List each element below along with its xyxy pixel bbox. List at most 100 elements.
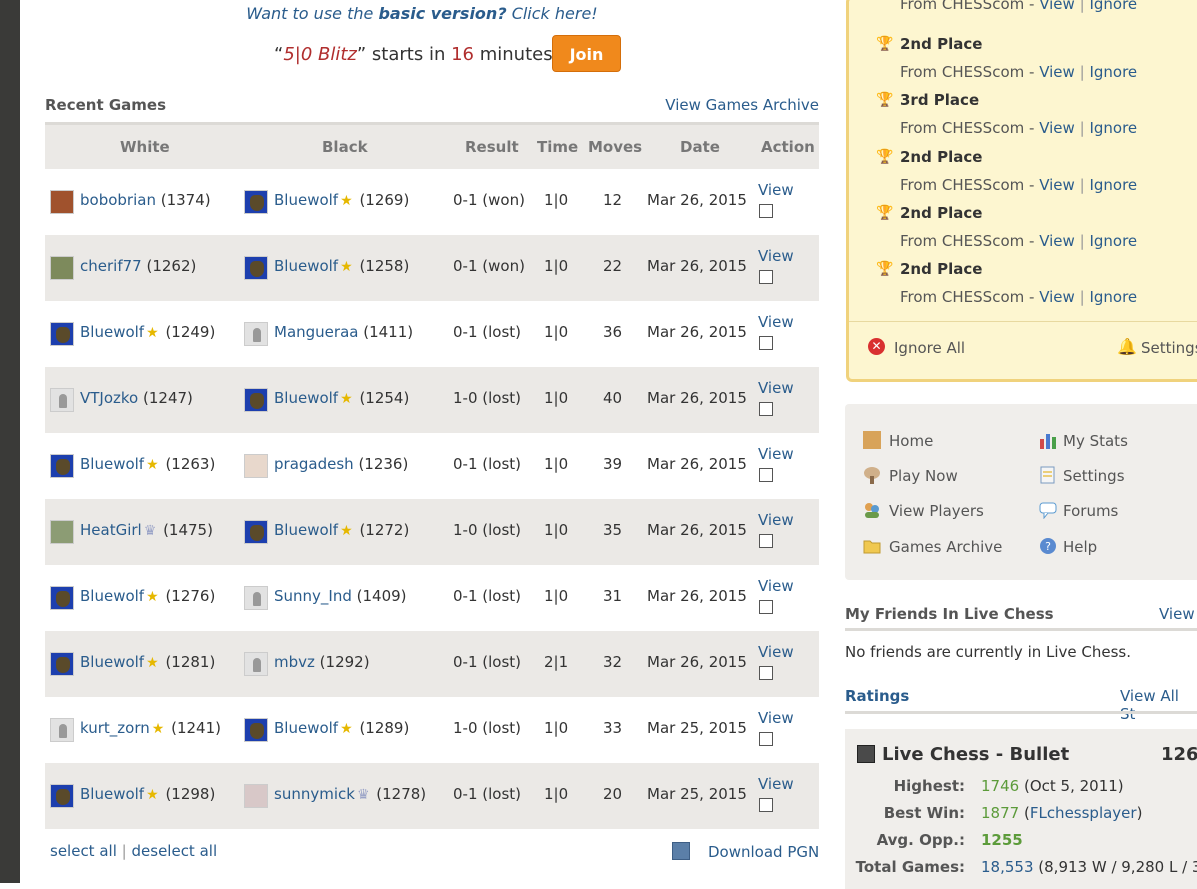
friends-view-link[interactable]: View	[1159, 605, 1195, 623]
avatar[interactable]	[50, 256, 74, 280]
black-player-link[interactable]: Bluewolf	[274, 719, 338, 737]
white-player-link[interactable]: Bluewolf	[80, 455, 144, 473]
view-game-link[interactable]: View	[758, 313, 794, 331]
avatar[interactable]	[50, 388, 74, 412]
black-player-link[interactable]: pragadesh	[274, 455, 354, 473]
white-player-link[interactable]: HeatGirl	[80, 521, 142, 539]
avatar[interactable]	[50, 454, 74, 478]
avatar[interactable]	[50, 784, 74, 808]
total-games-link[interactable]: 18,553	[981, 858, 1034, 876]
game-checkbox[interactable]	[759, 798, 773, 812]
avatar[interactable]	[50, 520, 74, 544]
ignore-all-link[interactable]: Ignore All	[894, 339, 965, 357]
black-player-link[interactable]: sunnymick	[274, 785, 355, 803]
view-game-link[interactable]: View	[758, 775, 794, 793]
best-win-player-link[interactable]: FLchessplayer	[1030, 804, 1137, 822]
notification-view-link[interactable]: View	[1039, 288, 1075, 306]
nav-view-players[interactable]: View Players	[889, 502, 984, 520]
col-black[interactable]: Black	[322, 138, 368, 156]
download-pgn-link[interactable]: Download PGN	[708, 843, 819, 861]
notification-ignore-link[interactable]: Ignore	[1089, 63, 1137, 81]
floppy-disk-icon[interactable]	[672, 842, 690, 860]
black-player-link[interactable]: mbvz	[274, 653, 315, 671]
avatar[interactable]	[50, 652, 74, 676]
notification-ignore-link[interactable]: Ignore	[1089, 0, 1137, 13]
col-time[interactable]: Time	[537, 138, 578, 156]
view-game-link[interactable]: View	[758, 247, 794, 265]
join-button[interactable]: Join	[552, 35, 621, 72]
avatar[interactable]	[244, 454, 268, 478]
white-player-link[interactable]: bobobrian	[80, 191, 156, 209]
avatar[interactable]	[244, 652, 268, 676]
avatar[interactable]	[244, 322, 268, 346]
game-checkbox[interactable]	[759, 270, 773, 284]
nav-settings[interactable]: Settings	[1063, 467, 1125, 485]
avatar[interactable]	[50, 586, 74, 610]
avatar[interactable]	[244, 256, 268, 280]
notification-ignore-link[interactable]: Ignore	[1089, 119, 1137, 137]
white-player-link[interactable]: VTJozko	[80, 389, 138, 407]
view-game-link[interactable]: View	[758, 511, 794, 529]
game-checkbox[interactable]	[759, 732, 773, 746]
black-player-link[interactable]: Mangueraa	[274, 323, 358, 341]
white-player-link[interactable]: Bluewolf	[80, 323, 144, 341]
game-checkbox[interactable]	[759, 402, 773, 416]
white-player-link[interactable]: cherif77	[80, 257, 142, 275]
game-checkbox[interactable]	[759, 336, 773, 350]
view-all-stats-link[interactable]: View All St	[1120, 687, 1197, 723]
rating-box-title[interactable]: Live Chess - Bullet	[882, 744, 1069, 765]
avatar[interactable]	[50, 718, 74, 742]
avatar[interactable]	[50, 190, 74, 214]
notification-ignore-link[interactable]: Ignore	[1089, 232, 1137, 250]
avatar[interactable]	[244, 586, 268, 610]
black-player-link[interactable]: Bluewolf	[274, 389, 338, 407]
view-game-link[interactable]: View	[758, 181, 794, 199]
black-player-link[interactable]: Sunny_Ind	[274, 587, 352, 605]
avatar[interactable]	[244, 388, 268, 412]
ratings-title[interactable]: Ratings	[845, 687, 909, 705]
nav-my-stats[interactable]: My Stats	[1063, 432, 1128, 450]
white-player-link[interactable]: kurt_zorn	[80, 719, 150, 737]
avatar[interactable]	[244, 520, 268, 544]
notification-ignore-link[interactable]: Ignore	[1089, 176, 1137, 194]
black-player-link[interactable]: Bluewolf	[274, 257, 338, 275]
notification-settings-link[interactable]: Settings	[1141, 339, 1197, 357]
game-checkbox[interactable]	[759, 600, 773, 614]
col-date[interactable]: Date	[680, 138, 720, 156]
nav-games-archive[interactable]: Games Archive	[889, 538, 1002, 556]
avatar[interactable]	[50, 322, 74, 346]
col-result[interactable]: Result	[465, 138, 519, 156]
white-player-link[interactable]: Bluewolf	[80, 785, 144, 803]
notification-view-link[interactable]: View	[1039, 63, 1075, 81]
notification-view-link[interactable]: View	[1039, 232, 1075, 250]
white-player-link[interactable]: Bluewolf	[80, 587, 144, 605]
deselect-all-link[interactable]: deselect all	[132, 842, 218, 860]
notification-view-link[interactable]: View	[1039, 176, 1075, 194]
game-checkbox[interactable]	[759, 468, 773, 482]
nav-forums[interactable]: Forums	[1063, 502, 1118, 520]
avatar[interactable]	[244, 718, 268, 742]
view-games-archive-link[interactable]: View Games Archive	[665, 96, 819, 114]
close-circle-icon[interactable]: ✕	[868, 338, 885, 355]
nav-play-now[interactable]: Play Now	[889, 467, 958, 485]
view-game-link[interactable]: View	[758, 379, 794, 397]
view-game-link[interactable]: View	[758, 445, 794, 463]
notification-view-link[interactable]: View	[1039, 119, 1075, 137]
bell-icon[interactable]: 🔔	[1117, 337, 1137, 356]
black-player-link[interactable]: Bluewolf	[274, 521, 338, 539]
nav-help[interactable]: Help	[1063, 538, 1097, 556]
basic-version-banner[interactable]: Want to use the basic version? Click her…	[20, 4, 824, 23]
select-all-link[interactable]: select all	[50, 842, 117, 860]
col-white[interactable]: White	[120, 138, 170, 156]
view-game-link[interactable]: View	[758, 643, 794, 661]
basic-suffix[interactable]: Click here!	[512, 4, 598, 23]
white-player-link[interactable]: Bluewolf	[80, 653, 144, 671]
game-checkbox[interactable]	[759, 666, 773, 680]
view-game-link[interactable]: View	[758, 577, 794, 595]
notification-view-link[interactable]: View	[1039, 0, 1075, 13]
view-game-link[interactable]: View	[758, 709, 794, 727]
col-moves[interactable]: Moves	[588, 138, 642, 156]
game-checkbox[interactable]	[759, 204, 773, 218]
game-checkbox[interactable]	[759, 534, 773, 548]
avatar[interactable]	[244, 784, 268, 808]
